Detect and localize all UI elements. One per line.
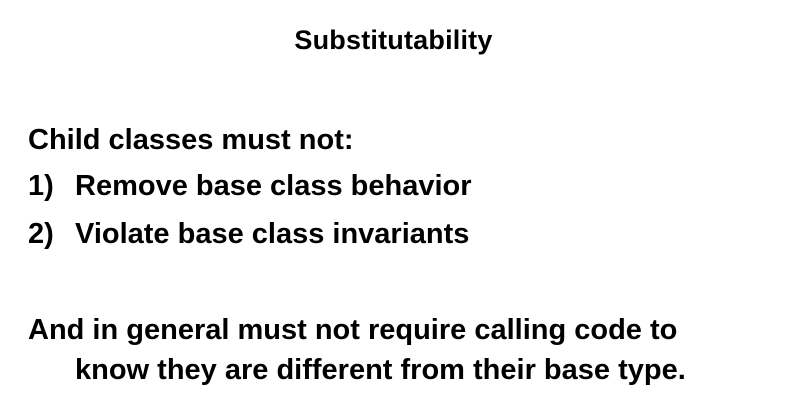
slide-title: Substitutability <box>294 25 493 55</box>
list-item-text: Remove base class behavior <box>75 170 472 202</box>
summary-line-1: And in general must not require calling … <box>28 314 678 346</box>
summary-text: And in general must not require calling … <box>28 310 686 390</box>
intro-text: Child classes must not: <box>28 124 354 156</box>
list-item-number: 2) <box>28 218 54 250</box>
list-item-text: Violate base class invariants <box>75 218 470 250</box>
list-item-number: 1) <box>28 170 54 202</box>
slide-canvas: Substitutability Child classes must not:… <box>0 0 787 405</box>
summary-line-2: know they are different from their base … <box>75 354 686 386</box>
